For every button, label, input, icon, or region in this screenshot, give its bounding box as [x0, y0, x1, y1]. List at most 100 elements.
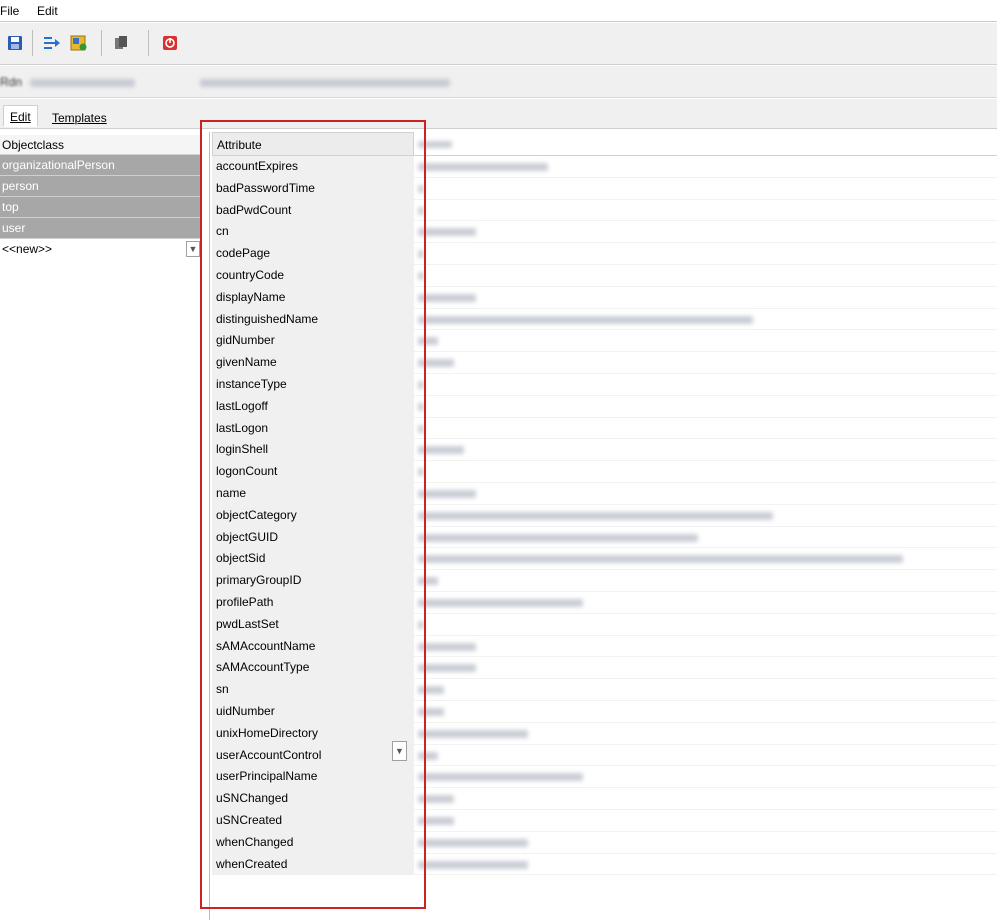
blurred-value	[418, 228, 476, 237]
attribute-row[interactable]: objectGUID	[212, 527, 414, 549]
value-row[interactable]	[414, 832, 997, 854]
attribute-row[interactable]: uidNumber	[212, 701, 414, 723]
stop-button[interactable]	[160, 33, 180, 53]
objectclass-new-row[interactable]: <<new>> ▼	[0, 239, 200, 260]
attribute-row[interactable]: name	[212, 483, 414, 505]
tab-bar: Edit Templates	[0, 99, 997, 129]
chevron-down-icon: ▼	[395, 746, 404, 756]
attribute-row[interactable]: accountExpires	[212, 156, 414, 178]
value-row[interactable]	[414, 679, 997, 701]
objectclass-item[interactable]: organizationalPerson	[0, 155, 200, 176]
edit-entry-button[interactable]	[69, 33, 89, 53]
attribute-row[interactable]: countryCode	[212, 265, 414, 287]
attribute-row[interactable]: lastLogon	[212, 418, 414, 440]
menu-file[interactable]: File	[0, 4, 19, 18]
value-row[interactable]	[414, 657, 997, 680]
attribute-row[interactable]: whenChanged	[212, 832, 414, 854]
attribute-row[interactable]: gidNumber	[212, 330, 414, 352]
attribute-row[interactable]: lastLogoff	[212, 396, 414, 418]
blurred-value	[418, 620, 424, 629]
value-row[interactable]	[414, 221, 997, 244]
copy-icon	[115, 36, 127, 49]
value-row[interactable]	[414, 548, 997, 571]
objectclass-dropdown[interactable]: ▼	[186, 241, 200, 257]
menu-edit[interactable]: Edit	[37, 4, 58, 18]
attribute-row[interactable]: profilePath	[212, 592, 414, 614]
attribute-row[interactable]: pwdLastSet	[212, 614, 414, 636]
value-row[interactable]	[414, 810, 997, 832]
value-row[interactable]	[414, 788, 997, 810]
blurred-value	[418, 642, 476, 651]
objectclass-item[interactable]: top	[0, 197, 200, 218]
value-row[interactable]	[414, 156, 997, 178]
value-row[interactable]	[414, 330, 997, 353]
value-row[interactable]	[414, 483, 997, 505]
blurred-value	[418, 184, 424, 193]
attribute-row[interactable]: distinguishedName	[212, 309, 414, 331]
objectclass-item[interactable]: user	[0, 218, 200, 239]
blurred-value	[418, 729, 528, 738]
blurred-value	[418, 337, 438, 346]
toolbar-separator	[101, 30, 102, 56]
value-row[interactable]	[414, 614, 997, 636]
value-row[interactable]	[414, 439, 997, 462]
attribute-row[interactable]: sn	[212, 679, 414, 701]
toolbar-separator	[32, 30, 33, 56]
attribute-row[interactable]: sAMAccountName	[212, 636, 414, 658]
value-row[interactable]	[414, 374, 997, 396]
blurred-value	[418, 468, 424, 477]
blurred-value	[418, 359, 454, 368]
attribute-row[interactable]: userPrincipalName	[212, 766, 414, 788]
tab-templates[interactable]: Templates	[46, 107, 113, 129]
attribute-row[interactable]: userAccountControl	[212, 745, 414, 767]
value-row[interactable]	[414, 309, 997, 331]
value-row[interactable]	[414, 287, 997, 309]
attribute-row[interactable]: cn	[212, 221, 414, 243]
value-row[interactable]	[414, 854, 997, 876]
tab-edit[interactable]: Edit	[3, 105, 38, 127]
attribute-row[interactable]: uSNCreated	[212, 810, 414, 832]
copy-button[interactable]	[111, 33, 131, 53]
value-row[interactable]	[414, 178, 997, 200]
value-row[interactable]	[414, 265, 997, 287]
attribute-row[interactable]: badPwdCount	[212, 200, 414, 222]
value-row[interactable]	[414, 701, 997, 723]
value-row[interactable]	[414, 636, 997, 658]
attribute-row[interactable]: objectCategory	[212, 505, 414, 527]
value-row[interactable]	[414, 243, 997, 265]
blurred-value	[418, 555, 903, 564]
blurred-value	[418, 838, 528, 847]
value-row[interactable]	[414, 570, 997, 592]
attribute-row[interactable]: logonCount	[212, 461, 414, 483]
attribute-row[interactable]: uSNChanged	[212, 788, 414, 810]
attribute-dropdown[interactable]: ▼	[392, 741, 407, 761]
attribute-row[interactable]: displayName	[212, 287, 414, 309]
value-row[interactable]	[414, 396, 997, 418]
value-row[interactable]	[414, 723, 997, 745]
value-row[interactable]	[414, 352, 997, 374]
value-row[interactable]	[414, 527, 997, 549]
value-row[interactable]	[414, 766, 997, 789]
attribute-row[interactable]: instanceType	[212, 374, 414, 396]
value-header	[414, 132, 997, 156]
value-row[interactable]	[414, 592, 997, 614]
attribute-column: Attribute accountExpires badPasswordTime…	[212, 132, 414, 876]
objectclass-item[interactable]: person	[0, 176, 200, 197]
attribute-row[interactable]: objectSid	[212, 548, 414, 570]
attribute-row[interactable]: loginShell	[212, 439, 414, 461]
attribute-row[interactable]: primaryGroupID	[212, 570, 414, 592]
import-button[interactable]	[42, 33, 62, 53]
attribute-row[interactable]: whenCreated	[212, 854, 414, 876]
value-row[interactable]	[414, 505, 997, 527]
value-row[interactable]	[414, 461, 997, 483]
attribute-row[interactable]: unixHomeDirectory	[212, 723, 414, 745]
save-button[interactable]	[5, 33, 25, 53]
attribute-row[interactable]: givenName	[212, 352, 414, 374]
attribute-row[interactable]: codePage	[212, 243, 414, 265]
value-header-blurred	[418, 141, 452, 148]
attribute-row[interactable]: sAMAccountType	[212, 657, 414, 679]
attribute-row[interactable]: badPasswordTime	[212, 178, 414, 200]
value-row[interactable]	[414, 745, 997, 767]
value-row[interactable]	[414, 200, 997, 222]
value-row[interactable]	[414, 418, 997, 440]
